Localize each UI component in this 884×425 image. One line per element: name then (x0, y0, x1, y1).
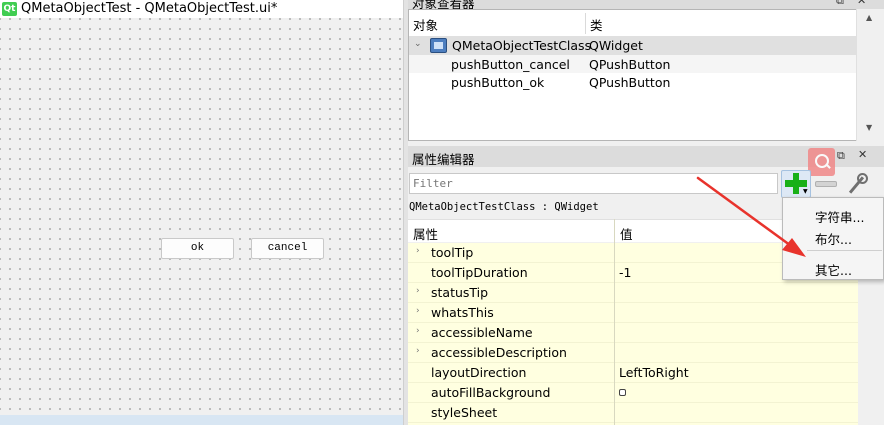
menu-item-string[interactable]: 字符串... (815, 207, 864, 226)
cancel-button[interactable]: cancel (251, 238, 324, 259)
property-name: toolTipDuration (431, 265, 528, 280)
selected-class-label: QMetaObjectTestClass : QWidget (409, 201, 599, 213)
tree-object-name: pushButton_ok (451, 75, 545, 90)
expand-icon[interactable]: › (416, 286, 420, 296)
expand-icon[interactable]: › (416, 306, 420, 316)
object-inspector-title: 对象查看器 (412, 0, 475, 9)
dock-float-icon[interactable]: ⧉ (836, 0, 844, 8)
dropdown-arrow-icon: ▼ (803, 188, 808, 195)
property-name: autoFillBackground (431, 385, 551, 400)
property-name: toolTip (431, 245, 474, 260)
form-canvas[interactable] (0, 0, 403, 425)
property-name: accessibleName (431, 325, 533, 340)
dock-float-icon[interactable]: ⧉ (837, 149, 845, 163)
configure-wrench-icon[interactable] (845, 173, 869, 197)
form-bottom-edge (0, 415, 403, 425)
expand-icon[interactable]: › (416, 246, 420, 256)
column-divider (585, 13, 586, 34)
tree-object-name: QMetaObjectTestClass (452, 38, 592, 53)
tree-class-name: QPushButton (589, 75, 671, 90)
object-inspector-scrollbar[interactable]: ▲ ▼ (856, 9, 884, 141)
value-column-header[interactable]: 值 (620, 224, 633, 243)
menu-separator (807, 250, 882, 251)
ok-button[interactable]: ok (161, 238, 234, 259)
property-value[interactable]: -1 (619, 265, 631, 280)
qt-logo-icon: Qt (2, 2, 17, 16)
property-name: statusTip (431, 285, 489, 300)
property-name: whatsThis (431, 305, 494, 320)
property-name: styleSheet (431, 405, 498, 420)
menu-item-bool[interactable]: 布尔... (815, 229, 852, 248)
column-divider (614, 219, 615, 425)
property-editor-title: 属性编辑器 (412, 152, 475, 167)
property-name: accessibleDescription (431, 345, 567, 360)
expand-icon[interactable]: › (416, 326, 420, 336)
form-window-title: QMetaObjectTest - QMetaObjectTest.ui* (21, 1, 278, 16)
dock-close-icon[interactable]: ✕ (858, 148, 867, 161)
remove-dynamic-property-button[interactable] (815, 181, 837, 187)
property-column-header[interactable]: 属性 (413, 224, 438, 243)
class-column-header[interactable]: 类 (590, 15, 603, 34)
property-value[interactable]: LeftToRight (619, 365, 689, 380)
object-column-header[interactable]: 对象 (413, 15, 438, 34)
tree-expand-icon[interactable]: ⌄ (414, 39, 422, 49)
auto-fill-checkbox[interactable] (619, 389, 626, 396)
search-icon[interactable] (808, 148, 835, 176)
widget-icon (430, 38, 447, 53)
tree-object-name: pushButton_cancel (451, 57, 570, 72)
scroll-up-icon[interactable]: ▲ (866, 13, 872, 22)
property-name: layoutDirection (431, 365, 527, 380)
tree-class-name: QPushButton (589, 57, 671, 72)
expand-icon[interactable]: › (416, 346, 420, 356)
plus-icon-bar (785, 180, 807, 187)
tree-class-name: QWidget (589, 38, 643, 53)
filter-input[interactable] (409, 173, 778, 194)
dock-close-icon[interactable]: ✕ (857, 0, 866, 7)
menu-item-other[interactable]: 其它... (815, 260, 852, 279)
scroll-down-icon[interactable]: ▼ (866, 123, 872, 132)
object-inspector-header: 对象查看器 (408, 0, 884, 9)
